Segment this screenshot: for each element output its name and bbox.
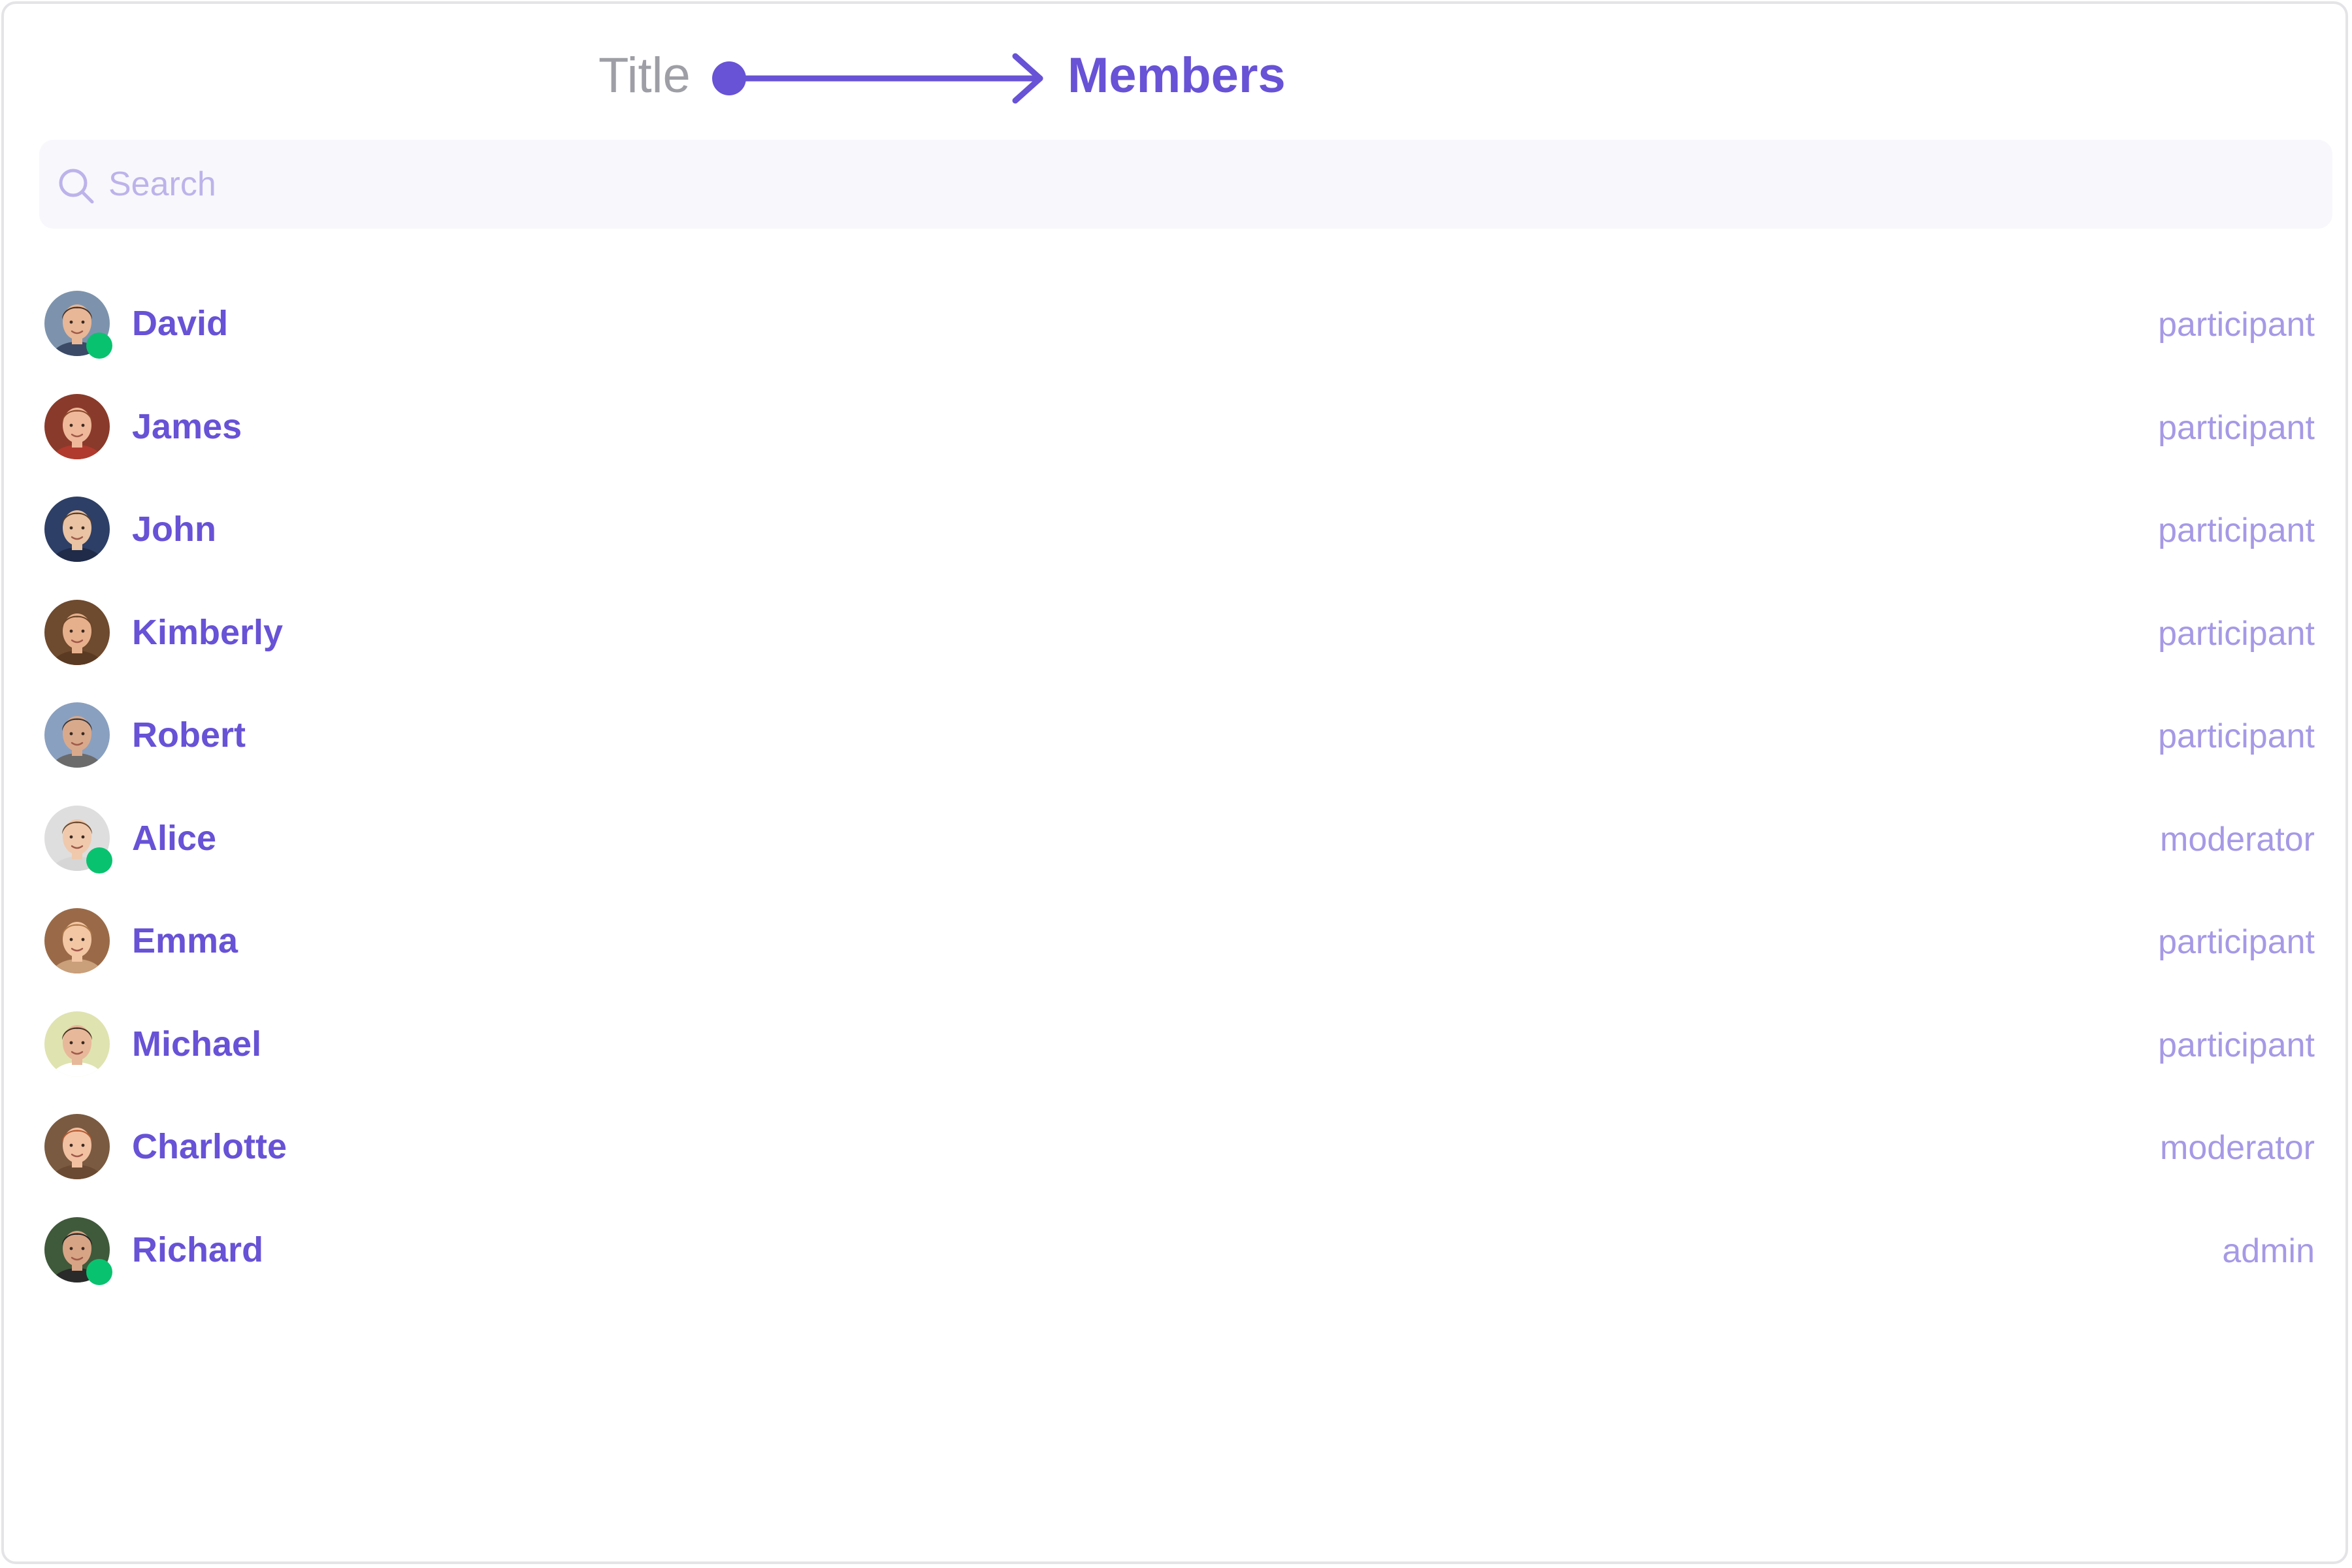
member-role: moderator (2160, 1129, 2315, 1167)
online-status-indicator (86, 1258, 112, 1285)
avatar-portrait-icon (44, 702, 110, 768)
member-name: Alice (132, 818, 217, 858)
list-item[interactable]: Alice moderator (4, 785, 2345, 888)
member-name: Michael (132, 1024, 262, 1064)
online-status-indicator (86, 847, 112, 874)
avatar (44, 908, 110, 973)
list-item[interactable]: Robert participant (4, 681, 2345, 785)
search-bar[interactable] (39, 140, 2332, 229)
member-name: David (132, 304, 229, 343)
list-item[interactable]: Emma participant (4, 887, 2345, 990)
member-role: participant (2158, 1026, 2315, 1064)
list-item[interactable]: Richard admin (4, 1196, 2345, 1299)
list-item[interactable]: Kimberly participant (4, 579, 2345, 682)
annotation-arrow-icon (712, 53, 1043, 104)
member-name: Kimberly (132, 612, 284, 652)
list-item[interactable]: John participant (4, 476, 2345, 579)
list-item[interactable]: David participant (4, 270, 2345, 373)
list-item[interactable]: Charlotte moderator (4, 1093, 2345, 1196)
member-role: participant (2158, 512, 2315, 549)
list-item[interactable]: Michael participant (4, 990, 2345, 1094)
avatar-portrait-icon (44, 393, 110, 459)
member-role: participant (2158, 306, 2315, 344)
avatar (44, 1011, 110, 1077)
members-panel: Title Members David participant James pa… (1, 1, 2348, 1564)
annotation-title-label: Title (598, 48, 691, 103)
page-title: Members (1068, 48, 1286, 103)
member-name: Charlotte (132, 1127, 287, 1166)
online-status-indicator (86, 333, 112, 359)
avatar (44, 1114, 110, 1179)
avatar-portrait-icon (44, 1011, 110, 1077)
member-list: David participant James participant John… (4, 270, 2345, 1299)
member-name: Robert (132, 715, 246, 755)
member-role: moderator (2160, 820, 2315, 858)
search-icon (59, 169, 94, 204)
member-name: Richard (132, 1230, 264, 1269)
member-role: participant (2158, 923, 2315, 961)
member-name: Emma (132, 921, 238, 960)
avatar-portrait-icon (44, 1114, 110, 1179)
list-item[interactable]: James participant (4, 373, 2345, 476)
avatar (44, 599, 110, 665)
member-name: James (132, 406, 242, 446)
avatar (44, 702, 110, 768)
avatar (44, 497, 110, 562)
avatar-portrait-icon (44, 497, 110, 562)
member-role: participant (2158, 408, 2315, 447)
member-role: participant (2158, 717, 2315, 755)
search-input[interactable] (108, 140, 2264, 229)
avatar-portrait-icon (44, 908, 110, 973)
avatar-portrait-icon (44, 599, 110, 665)
member-role: admin (2222, 1232, 2315, 1270)
avatar (44, 393, 110, 459)
member-name: John (132, 510, 216, 549)
member-role: participant (2158, 614, 2315, 653)
